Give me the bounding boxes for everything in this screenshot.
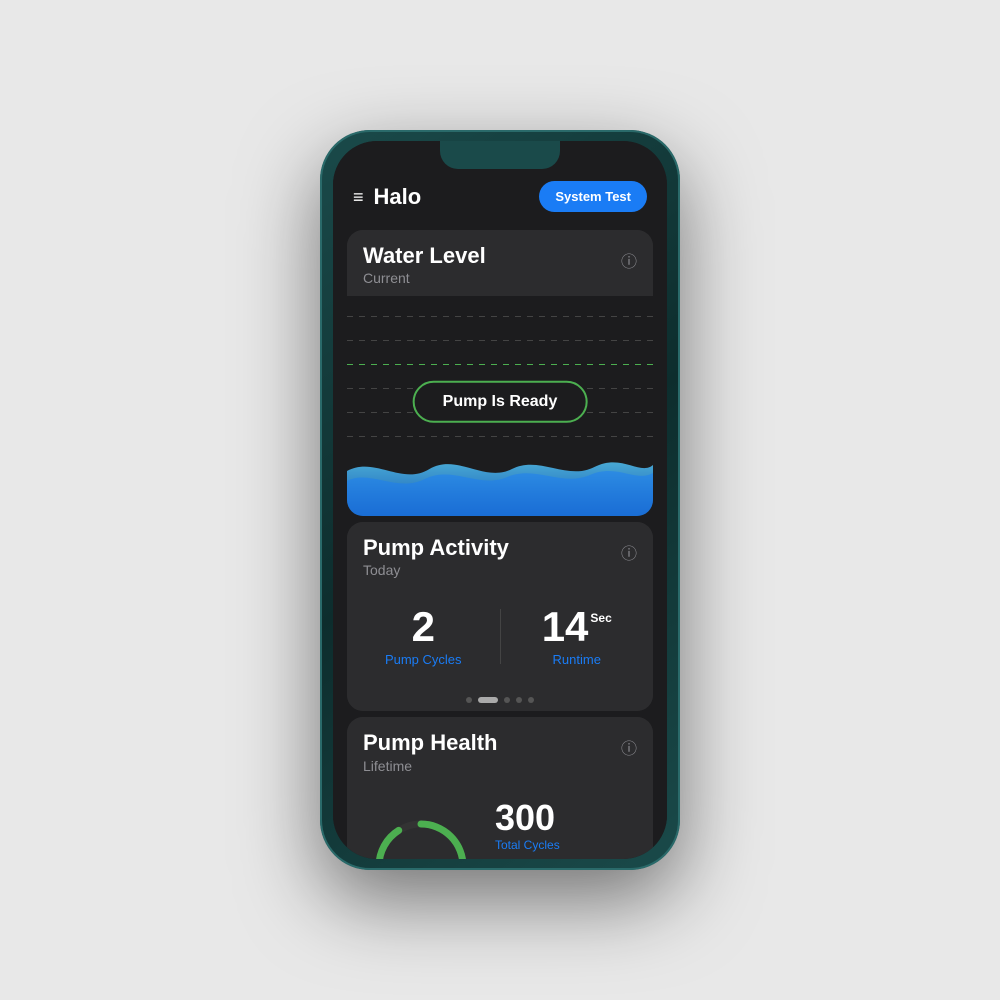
- dashed-line-2: [347, 340, 653, 341]
- pump-health-card: Pump Health Lifetime ⓘ Excellent: [347, 717, 653, 859]
- pagination-dots: [347, 687, 653, 711]
- water-level-title: Water Level: [363, 244, 486, 268]
- dot-4: [516, 697, 522, 703]
- runtime-label: Runtime: [553, 652, 601, 667]
- pump-health-header: Pump Health Lifetime ⓘ: [347, 717, 653, 783]
- pump-activity-header: Pump Activity Today ⓘ: [347, 522, 653, 588]
- dot-3: [504, 697, 510, 703]
- pump-activity-card: Pump Activity Today ⓘ 2 Pump Cycles 14Se…: [347, 522, 653, 711]
- total-cycles-label: Total Cycles: [495, 838, 643, 852]
- system-test-button[interactable]: System Test: [539, 181, 647, 212]
- dashed-line-5: [347, 436, 653, 437]
- water-level-subtitle: Current: [363, 270, 486, 286]
- pump-cycles-value: 2: [412, 606, 435, 648]
- dashed-lines: [347, 296, 653, 456]
- water-level-visual: Pump Is Ready: [347, 296, 653, 516]
- pump-health-stats: Excellent 300 Total Cycles 35Min: [347, 784, 653, 859]
- pump-activity-title: Pump Activity: [363, 536, 509, 560]
- dot-1: [466, 697, 472, 703]
- water-level-header: Water Level Current ⓘ: [347, 230, 653, 296]
- runtime-value: 14Sec: [542, 606, 612, 648]
- header-left: ≡ Halo: [353, 184, 421, 210]
- pump-cycles-stat: 2 Pump Cycles: [347, 606, 500, 667]
- pump-activity-stats: 2 Pump Cycles 14Sec Runtime: [347, 588, 653, 687]
- dashed-line-green: [347, 364, 653, 365]
- phone-screen: ≡ Halo System Test Water Level Current ⓘ: [333, 141, 667, 859]
- app-screen: ≡ Halo System Test Water Level Current ⓘ: [333, 141, 667, 859]
- dot-5: [528, 697, 534, 703]
- pump-health-title: Pump Health: [363, 731, 497, 755]
- app-title: Halo: [374, 184, 422, 210]
- water-level-card: Water Level Current ⓘ Pump Is Ready: [347, 230, 653, 516]
- total-cycles-value: 300: [495, 800, 643, 836]
- health-label: Excellent: [390, 858, 451, 859]
- runtime-unit: Sec: [590, 612, 611, 624]
- pump-activity-subtitle: Today: [363, 562, 509, 578]
- pump-ready-button[interactable]: Pump Is Ready: [413, 381, 588, 423]
- water-level-info-icon[interactable]: ⓘ: [621, 248, 637, 272]
- phone-notch: [440, 141, 560, 169]
- pump-activity-title-block: Pump Activity Today: [363, 536, 509, 578]
- health-circle-container: Excellent: [347, 816, 495, 859]
- runtime-stat: 14Sec Runtime: [501, 606, 654, 667]
- water-level-title-block: Water Level Current: [363, 244, 486, 286]
- pump-health-title-block: Pump Health Lifetime: [363, 731, 497, 773]
- pump-activity-info-icon[interactable]: ⓘ: [621, 540, 637, 564]
- phone-frame: ≡ Halo System Test Water Level Current ⓘ: [320, 130, 680, 870]
- app-header: ≡ Halo System Test: [333, 171, 667, 224]
- health-circle-svg: [371, 816, 471, 859]
- pump-health-subtitle: Lifetime: [363, 758, 497, 774]
- dot-2-active: [478, 697, 498, 703]
- water-waves: [347, 451, 653, 516]
- health-stats-right: 300 Total Cycles 35Min Total Runtime: [495, 800, 653, 859]
- pump-cycles-label: Pump Cycles: [385, 652, 462, 667]
- pump-health-info-icon[interactable]: ⓘ: [621, 735, 637, 759]
- total-cycles-row: 300 Total Cycles: [495, 800, 643, 852]
- health-circle: Excellent: [371, 816, 471, 859]
- hamburger-icon[interactable]: ≡: [353, 188, 364, 206]
- dashed-line-1: [347, 316, 653, 317]
